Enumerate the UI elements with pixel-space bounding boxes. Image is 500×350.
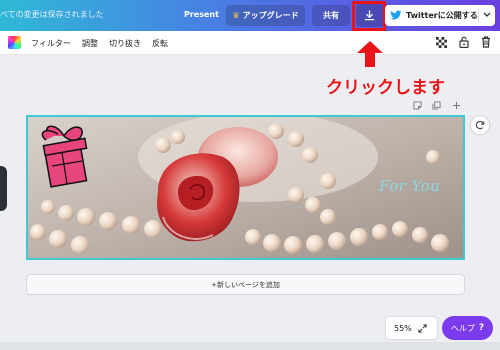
filter-button[interactable]: フィルター (31, 38, 71, 49)
upgrade-button[interactable]: ♛ アップグレード (226, 5, 305, 26)
top-bar: べての変更は保存されました Present ♛ アップグレード 共有 Twitt… (0, 0, 500, 31)
trash-icon[interactable] (479, 35, 493, 49)
lock-icon[interactable] (457, 35, 471, 49)
bottom-scrollbar[interactable] (0, 342, 500, 350)
expand-icon[interactable] (418, 323, 428, 333)
download-highlight-box (352, 1, 386, 31)
transparency-icon[interactable] (434, 35, 448, 49)
save-status: べての変更は保存されました (0, 10, 104, 19)
zoom-level: 55% (394, 323, 412, 333)
image-toolbar: フィルター 調整 切り抜き 反転 (0, 31, 500, 55)
twitter-label: Twitterに公開する (406, 11, 478, 20)
side-panel-toggle[interactable] (0, 166, 7, 211)
help-label: ヘルプ (450, 323, 475, 333)
crop-button[interactable]: 切り抜き (109, 38, 141, 49)
publish-twitter-button[interactable]: Twitterに公開する (385, 5, 495, 26)
duplicate-icon[interactable] (432, 99, 441, 111)
add-page-button[interactable]: +新しいページを追加 (26, 274, 465, 295)
help-button[interactable]: ヘルプ ? (442, 316, 493, 340)
question-mark-icon: ? (478, 323, 485, 333)
for-you-text[interactable]: For You (379, 177, 440, 195)
note-icon[interactable] (413, 99, 422, 111)
add-icon[interactable] (452, 99, 461, 111)
twitter-divider (478, 8, 479, 23)
share-button[interactable]: 共有 (312, 5, 350, 26)
chevron-down-icon[interactable] (482, 10, 491, 19)
crown-icon: ♛ (232, 11, 240, 20)
refresh-button[interactable] (471, 116, 489, 134)
click-annotation: クリックします (326, 78, 445, 98)
flip-button[interactable]: 反転 (152, 38, 168, 49)
color-picker-swatch[interactable] (8, 36, 21, 49)
zoom-control[interactable]: 55% (386, 317, 437, 339)
present-button[interactable]: Present (178, 5, 225, 25)
gift-box-icon[interactable] (36, 122, 94, 192)
twitter-icon (390, 10, 402, 22)
adjust-button[interactable]: 調整 (82, 38, 98, 49)
red-arrow-icon (357, 41, 383, 67)
refresh-icon (475, 120, 485, 130)
upgrade-label: アップグレード (242, 11, 299, 20)
design-page[interactable]: For You (26, 115, 465, 260)
